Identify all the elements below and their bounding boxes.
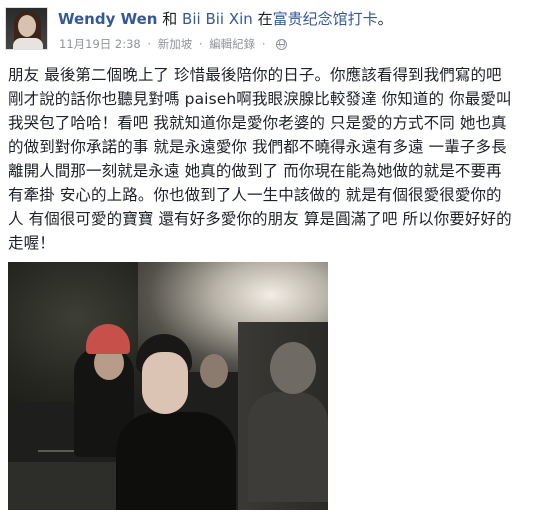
facebook-post: Wendy Wen 和 Bii Bii Xin 在富贵纪念馆打卡。 11月19日… [0,0,551,513]
post-text-line: 有牽掛 安心的上路。你也做到了人一生中該做的 就是有個很愛很愛你的 [8,186,502,204]
meta-separator: · [261,37,266,51]
photo-person-back-head [200,354,228,388]
post-text-line: 走喔！ [8,234,55,252]
author-avatar[interactable] [5,7,48,50]
photo-main-person-face [142,352,188,414]
post-text-line: 朋友 最後第二個晚上了 珍惜最後陪你的日子。你應該看得到我們寫的吧 [8,66,502,84]
place-suffix: 。 [377,10,393,28]
place-link[interactable]: 富贵纪念馆打卡 [273,10,378,28]
post-text-line: 離開人間那一刻就是永遠 她真的做到了 而你現在能為她做的就是不要再 [8,162,502,180]
post-timestamp-link[interactable]: 11月19日 2:38 [59,37,141,51]
post-text-line: 我哭包了哈哈！看吧 我就知道你是愛你老婆的 只是愛的方式不同 她也真 [8,114,507,132]
post-text-line: 剛才說的話你也聽見對嗎 paiseh啊我眼淚腺比較發達 你知道的 你最愛叫 [8,90,512,108]
post-location-link[interactable]: 新加坡 [158,37,193,51]
photo-person-right-body [248,392,328,502]
photo-main-person-body [116,412,236,510]
photo-person-right-head [270,342,316,394]
globe-icon[interactable] [276,39,288,50]
post-text-line: 人 有個很可愛的寶寶 還有好多愛你的朋友 算是圓滿了吧 所以你要好好的 [8,210,512,228]
checkin-action-text: 在 [257,10,273,28]
post-body-text: 朋友 最後第二個晚上了 珍惜最後陪你的日子。你應該看得到我們寫的吧 剛才說的話你… [8,63,544,255]
author-name-link[interactable]: Wendy Wen [58,10,157,28]
joiner-text: 和 [162,10,178,28]
post-photo[interactable] [8,262,328,510]
post-text-line: 的做到對你承諾的事 就是永遠愛你 我們都不曉得永遠有多遠 一輩子多長 [8,138,507,156]
post-meta: 11月19日 2:38 · 新加坡 · 編輯紀錄 · [59,36,288,52]
meta-separator: · [147,37,152,51]
photo-table [8,462,118,510]
avatar-body [13,38,43,49]
meta-separator: · [198,37,203,51]
post-header: Wendy Wen 和 Bii Bii Xin 在富贵纪念馆打卡。 [58,9,393,29]
tagged-user-link[interactable]: Bii Bii Xin [182,10,253,28]
edit-history-link[interactable]: 編輯紀錄 [209,37,255,51]
avatar-face [18,15,36,37]
